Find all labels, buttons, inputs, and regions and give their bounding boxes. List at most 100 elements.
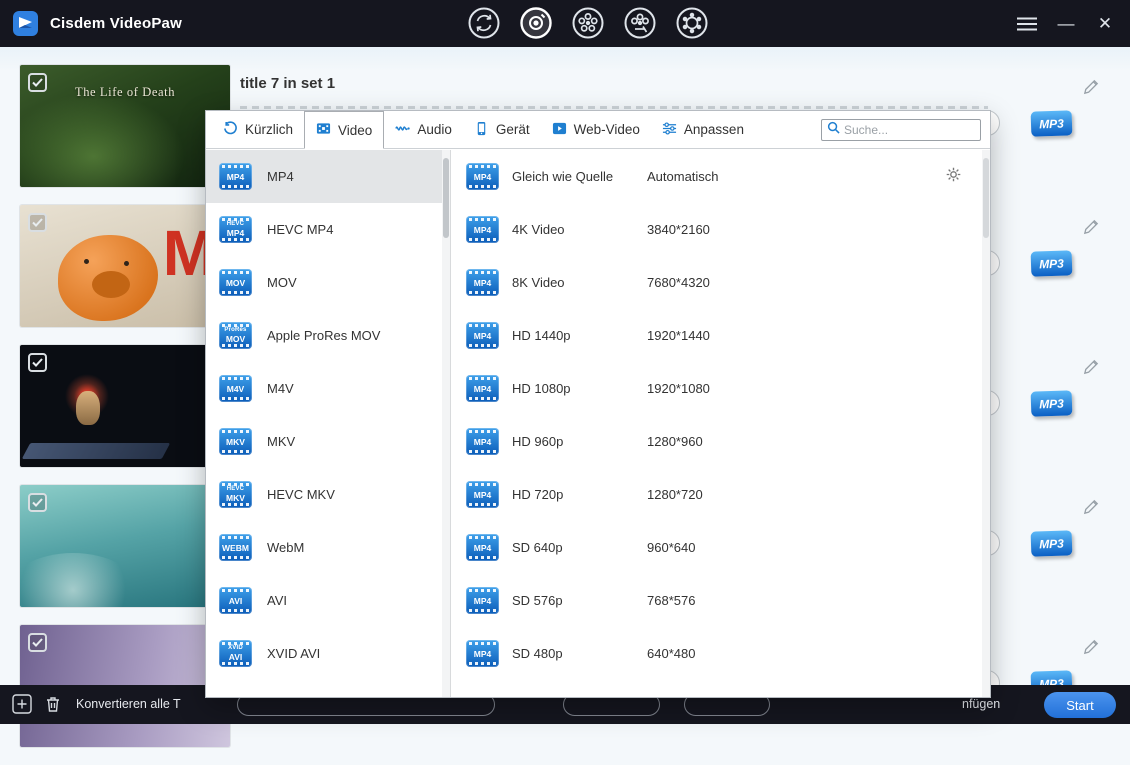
start-button[interactable]: Start: [1044, 692, 1116, 718]
edit-pencil-icon[interactable]: [1082, 637, 1101, 656]
select-checkbox[interactable]: [28, 493, 47, 512]
search-box: [821, 119, 981, 141]
trash-icon[interactable]: [44, 695, 62, 713]
resolution-option-source[interactable]: MP4 Gleich wie Quelle Automatisch: [451, 150, 990, 203]
format-tab-bar: Kürzlich Video Audio Gerät Web-Video Anp…: [206, 111, 990, 149]
format-file-icon: MP4: [466, 428, 499, 455]
video-icon: [316, 121, 331, 139]
format-option-hevc-mp4[interactable]: HEVC MP4 HEVC MP4: [206, 203, 450, 256]
resolution-option-1080p[interactable]: MP4 HD 1080p 1920*1080: [451, 362, 990, 415]
edit-pencil-icon[interactable]: [1082, 497, 1101, 516]
format-option-xvid-avi[interactable]: XVID AVI XVID AVI: [206, 627, 450, 680]
format-option-prores-mov[interactable]: ProRes MOV Apple ProRes MOV: [206, 309, 450, 362]
format-file-icon: AVI: [219, 587, 252, 614]
format-file-icon: MP4: [219, 163, 252, 190]
toolbar-mode-icons: [467, 6, 709, 40]
format-file-icon: MP4: [466, 269, 499, 296]
output-format-panel: Kürzlich Video Audio Gerät Web-Video Anp…: [205, 110, 991, 698]
keyboard-illustration: [21, 443, 171, 459]
format-option-mov[interactable]: MOV MOV: [206, 256, 450, 309]
format-file-icon: MKV: [219, 428, 252, 455]
resolution-option-720p[interactable]: MP4 HD 720p 1280*720: [451, 468, 990, 521]
tab-web-video[interactable]: Web-Video: [541, 111, 651, 148]
format-option-webm[interactable]: WEBM WebM: [206, 521, 450, 574]
resolution-option-960p[interactable]: MP4 HD 960p 1280*960: [451, 415, 990, 468]
output-format-badge[interactable]: MP3: [1030, 250, 1073, 277]
resolution-option-8k[interactable]: MP4 8K Video 7680*4320: [451, 256, 990, 309]
video-thumbnail[interactable]: The Life of Death: [20, 65, 230, 187]
format-file-icon: MP4: [466, 481, 499, 508]
tab-video[interactable]: Video: [304, 111, 385, 149]
menu-hamburger-icon[interactable]: [1016, 13, 1038, 35]
format-file-icon: MP4: [466, 163, 499, 190]
format-option-mp4[interactable]: MP4 MP4: [206, 150, 450, 203]
video-thumbnail[interactable]: M: [20, 205, 230, 327]
scrollbar-track[interactable]: [982, 150, 990, 697]
film-reel-dots-icon[interactable]: [675, 6, 709, 40]
format-option-avi[interactable]: AVI AVI: [206, 574, 450, 627]
resolution-list: MP4 Gleich wie Quelle Automatisch MP4 4K…: [451, 150, 990, 697]
select-checkbox[interactable]: [28, 213, 47, 232]
settings-gear-icon[interactable]: [945, 166, 962, 188]
format-file-icon: XVID AVI: [219, 640, 252, 667]
resolution-option-640p[interactable]: MP4 SD 640p 960*640: [451, 521, 990, 574]
web-video-icon: [552, 121, 567, 139]
tab-kuerzlich[interactable]: Kürzlich: [212, 111, 304, 148]
resolution-option-4k[interactable]: MP4 4K Video 3840*2160: [451, 203, 990, 256]
minimize-button[interactable]: —: [1055, 13, 1077, 35]
format-file-icon: MP4: [466, 534, 499, 561]
output-format-badge[interactable]: MP3: [1030, 530, 1073, 557]
search-icon: [827, 121, 840, 139]
select-checkbox[interactable]: [28, 73, 47, 92]
convert-icon[interactable]: [467, 6, 501, 40]
edit-pencil-icon[interactable]: [1082, 217, 1101, 236]
search-input[interactable]: [844, 123, 975, 137]
app-logo-icon: [12, 10, 39, 37]
recent-icon: [223, 120, 238, 139]
film-reel-icon[interactable]: [571, 6, 605, 40]
format-lists: MP4 MP4 HEVC MP4 HEVC MP4 MOV MOV ProRes M…: [206, 150, 990, 697]
output-format-badge[interactable]: MP3: [1030, 390, 1073, 417]
format-option-hevc-mkv[interactable]: HEVC MKV HEVC MKV: [206, 468, 450, 521]
format-option-m4v[interactable]: M4V M4V: [206, 362, 450, 415]
format-file-icon: MP4: [466, 587, 499, 614]
tab-anpassen[interactable]: Anpassen: [651, 111, 755, 148]
add-files-label[interactable]: nfügen: [962, 697, 1000, 711]
character-figure: [76, 391, 100, 425]
convert-all-label: Konvertieren alle T: [76, 697, 181, 711]
device-icon: [474, 121, 489, 139]
scrollbar-thumb[interactable]: [443, 158, 449, 238]
window-controls: — ✕: [1016, 0, 1116, 47]
audio-icon: [395, 121, 411, 139]
format-file-icon: MOV: [219, 269, 252, 296]
scrollbar-track[interactable]: [442, 150, 450, 697]
close-button[interactable]: ✕: [1094, 13, 1116, 35]
rip-disc-icon[interactable]: [519, 6, 553, 40]
format-option-mkv[interactable]: MKV MKV: [206, 415, 450, 468]
tab-geraet[interactable]: Gerät: [463, 111, 541, 148]
resolution-option-1440p[interactable]: MP4 HD 1440p 1920*1440: [451, 309, 990, 362]
select-checkbox[interactable]: [28, 633, 47, 652]
progress-dots: [240, 106, 988, 109]
container-format-list: MP4 MP4 HEVC MP4 HEVC MP4 MOV MOV ProRes M…: [206, 150, 451, 697]
add-task-icon[interactable]: [12, 694, 32, 714]
pig-illustration: [58, 235, 158, 321]
resolution-option-576p[interactable]: MP4 SD 576p 768*576: [451, 574, 990, 627]
output-format-badge[interactable]: MP3: [1030, 110, 1073, 137]
format-file-icon: MP4: [466, 216, 499, 243]
edit-pencil-icon[interactable]: [1082, 357, 1101, 376]
format-file-icon: MP4: [466, 640, 499, 667]
format-file-icon: MP4: [466, 322, 499, 349]
tab-audio[interactable]: Audio: [384, 111, 463, 148]
scrollbar-thumb[interactable]: [983, 158, 989, 238]
film-reel-badge-icon[interactable]: [623, 6, 657, 40]
format-file-icon: MP4: [466, 375, 499, 402]
video-thumbnail[interactable]: [20, 345, 230, 467]
select-checkbox[interactable]: [28, 353, 47, 372]
video-thumbnail[interactable]: [20, 485, 230, 607]
format-file-icon: ProRes MOV: [219, 322, 252, 349]
thumbnail-caption: The Life of Death: [74, 85, 176, 99]
edit-pencil-icon[interactable]: [1082, 77, 1101, 96]
resolution-option-480p[interactable]: MP4 SD 480p 640*480: [451, 627, 990, 680]
sliders-icon: [662, 121, 677, 139]
